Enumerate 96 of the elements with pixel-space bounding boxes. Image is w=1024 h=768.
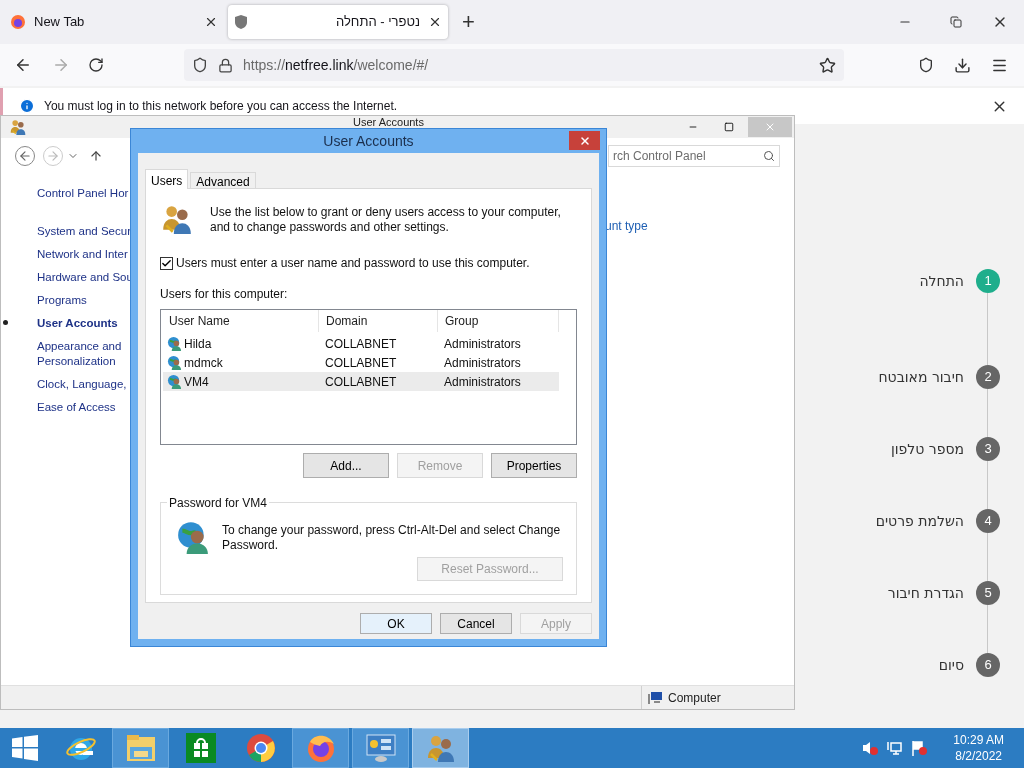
muted-speaker-icon[interactable] (862, 740, 879, 756)
nav-link[interactable]: Programs (21, 289, 131, 312)
dialog-button[interactable]: Cancel (440, 613, 512, 634)
fox-icon (10, 14, 26, 30)
table-cell-text: Administrators (444, 373, 521, 391)
dialog-tab[interactable]: Users (145, 169, 189, 189)
close-icon[interactable] (428, 15, 442, 29)
date-text: 8/2/2022 (955, 748, 1002, 764)
step-number: 2 (976, 365, 1000, 389)
shield-icon[interactable] (192, 57, 208, 73)
windows-logo-icon[interactable] (12, 735, 38, 761)
bullet-icon (3, 320, 8, 325)
download-icon[interactable] (954, 56, 971, 74)
table-cell-text: mdmck (184, 354, 223, 372)
table-cell-text: Hilda (184, 335, 212, 353)
check-icon (161, 257, 172, 269)
dialog-button[interactable]: Properties (491, 453, 577, 478)
browser-tab[interactable]: נטפרי - התחלה (228, 5, 448, 39)
shopping-bag-icon (185, 733, 216, 763)
table-cell-text: COLLABNET (325, 373, 397, 391)
intro-text: Use the list below to grant or deny users access to your computer, and to change passwords and other settings. (210, 204, 562, 236)
search-icon[interactable] (763, 150, 775, 162)
control-panel-icon (364, 733, 397, 763)
maximize-icon[interactable] (724, 122, 734, 132)
tab-title: New Tab (34, 13, 86, 32)
window-title: User Accounts (353, 116, 424, 128)
notification-text: You must log in to this network before you can access the Internet. (44, 98, 398, 115)
table-cell-text: Administrators (444, 335, 521, 353)
up-icon[interactable] (89, 149, 103, 163)
time-text: 10:29 AM (953, 732, 1004, 748)
nav-link[interactable]: Clock, Language, (21, 373, 131, 396)
taskbar-button[interactable] (412, 728, 469, 768)
step-label: מספר טלפון (890, 439, 964, 459)
step-number: 1 (976, 269, 1000, 293)
table-cell-text: Administrators (444, 354, 521, 372)
nav-link[interactable]: Control Panel Hor (21, 182, 131, 205)
nav-link[interactable]: Ease of Access (21, 396, 131, 419)
nav-link[interactable]: System and Secur (21, 220, 131, 243)
column-header[interactable]: Group (438, 310, 559, 332)
nav-link[interactable]: Network and Inter (21, 243, 131, 266)
search-placeholder: rch Control Panel (613, 148, 706, 165)
info-icon (19, 98, 35, 114)
list-row[interactable]: Hilda COLLABNET Administrators (163, 334, 559, 353)
flag-icon[interactable] (911, 740, 928, 756)
table-cell-text: COLLABNET (325, 335, 397, 353)
users-icon (9, 118, 27, 136)
status-text: Computer (668, 689, 721, 707)
taskbar-button[interactable] (292, 728, 349, 768)
step-number: 5 (976, 581, 1000, 605)
step-label: סיום (938, 655, 964, 675)
column-header[interactable]: Domain (319, 310, 438, 332)
dialog-title: User Accounts (323, 131, 414, 151)
folder-icon (124, 733, 157, 763)
step-label: התחלה (919, 271, 964, 291)
tab-title: נטפרי - התחלה (335, 13, 420, 32)
user-icon (167, 336, 182, 351)
user-icon (176, 520, 210, 554)
list-row[interactable]: VM4 COLLABNET Administrators (163, 372, 559, 391)
table-cell-text: VM4 (184, 373, 209, 391)
dialog-button[interactable]: Add... (303, 453, 389, 478)
url-text: https://netfree.link/welcome/#/ (243, 55, 429, 75)
list-label: Users for this computer: (160, 286, 289, 303)
step-label: הגדרת חיבור (887, 583, 964, 603)
checkbox[interactable] (160, 256, 173, 270)
nav-link[interactable]: User Accounts (21, 312, 131, 335)
taskbar-button[interactable] (352, 728, 409, 768)
user-icon (167, 355, 182, 370)
network-icon[interactable] (886, 740, 903, 756)
table-cell-text: COLLABNET (325, 354, 397, 372)
shield-icon (234, 14, 248, 30)
new-tab-button[interactable]: + (462, 11, 475, 33)
reload-icon[interactable] (88, 57, 104, 73)
checkbox-label: Users must enter a user name and password to use this computer. (176, 255, 530, 272)
search-field[interactable]: rch Control Panel (608, 145, 780, 167)
password-text: To change your password, press Ctrl-Alt-Del and select Change Password. (222, 523, 562, 553)
step-number: 3 (976, 437, 1000, 461)
address-bar[interactable]: https://netfree.link/welcome/#/ (184, 49, 844, 81)
user-icon (167, 374, 182, 389)
bookmark-star-icon[interactable] (819, 56, 836, 74)
step-number: 4 (976, 509, 1000, 533)
dialog-button[interactable]: OK (360, 613, 432, 634)
close-icon[interactable] (204, 15, 218, 29)
lock-icon[interactable] (218, 57, 233, 73)
step-number: 6 (976, 653, 1000, 677)
browser-tab[interactable]: New Tab (4, 5, 224, 39)
list-row[interactable]: mdmck COLLABNET Administrators (163, 353, 559, 372)
step-label: חיבור מאובטח (878, 367, 964, 387)
clock[interactable]: 10:29 AM 8/2/2022 (953, 732, 1004, 764)
restore-icon[interactable] (950, 16, 962, 28)
back-icon[interactable] (14, 56, 32, 74)
computer-icon (648, 690, 662, 705)
round-logo-icon (245, 733, 276, 763)
nav-link[interactable]: Appearance and Personalization (21, 335, 131, 373)
step-label: השלמת פרטים (875, 511, 964, 531)
column-header[interactable]: User Name (162, 310, 319, 332)
close-button[interactable] (569, 131, 600, 150)
